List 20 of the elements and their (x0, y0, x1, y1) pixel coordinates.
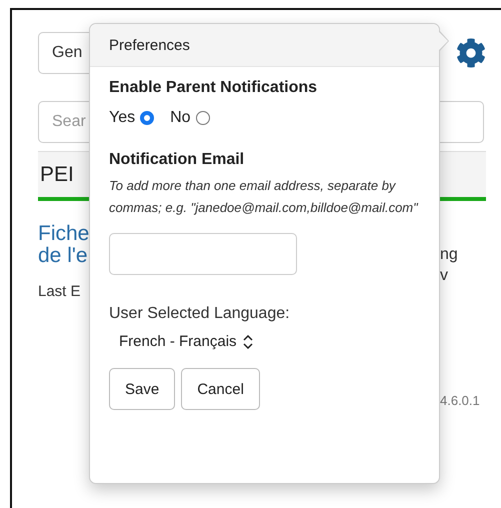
popover-title: Preferences (90, 24, 439, 67)
cancel-button[interactable]: Cancel (181, 368, 260, 410)
language-select[interactable]: French - Français (109, 333, 253, 350)
radio-option[interactable]: No (170, 109, 210, 127)
language-label: User Selected Language: (109, 305, 291, 323)
email-field[interactable] (109, 233, 297, 275)
up-down-chevron-icon (242, 334, 253, 348)
radio-icon[interactable] (140, 111, 154, 125)
email-label: Notification Email (109, 151, 246, 169)
last-edited-text: Last E (38, 283, 82, 300)
notifications-label: Enable Parent Notifications (109, 79, 318, 97)
save-button[interactable]: Save (109, 368, 176, 410)
section-title: PEI (40, 162, 74, 186)
email-hint: To add more than one email address, separate by commas; e.g. "janedoe@mail.com,billdoe@mail.com" (109, 177, 419, 217)
version-text: 4.6.0.1 (440, 392, 481, 410)
settings-icon[interactable] (456, 38, 486, 68)
body-text: v (440, 266, 449, 286)
body-text: ng (440, 245, 459, 265)
radio-icon[interactable] (196, 111, 210, 125)
radio-option[interactable]: Yes (109, 109, 154, 127)
